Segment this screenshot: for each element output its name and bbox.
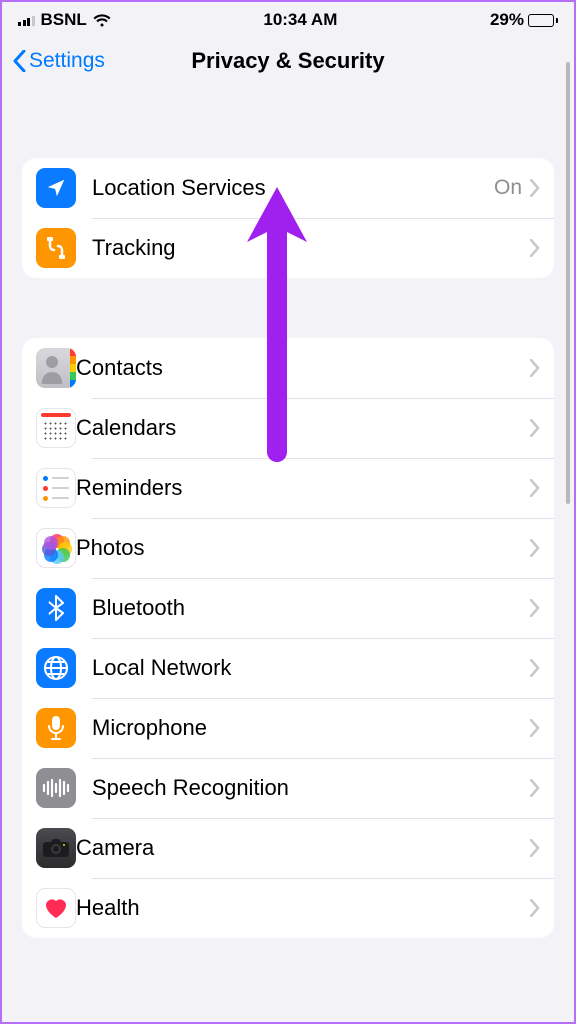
bluetooth-icon: [36, 588, 76, 628]
nav-header: Settings Privacy & Security: [2, 34, 574, 88]
row-location-services[interactable]: Location Services On: [22, 158, 554, 218]
back-button[interactable]: Settings: [12, 49, 105, 73]
chevron-right-icon: [530, 419, 540, 437]
chevron-left-icon: [12, 50, 27, 72]
status-left: BSNL: [18, 10, 111, 30]
chevron-right-icon: [530, 659, 540, 677]
row-label: Reminders: [76, 475, 530, 501]
row-photos[interactable]: Photos: [22, 518, 554, 578]
row-label: Location Services: [92, 175, 494, 201]
chevron-right-icon: [530, 779, 540, 797]
row-microphone[interactable]: Microphone: [22, 698, 554, 758]
row-label: Local Network: [92, 655, 530, 681]
globe-icon: [36, 648, 76, 688]
chevron-right-icon: [530, 899, 540, 917]
status-time: 10:34 AM: [263, 10, 337, 30]
row-label: Calendars: [76, 415, 530, 441]
settings-group-apps: Contacts Calendars Reminders: [22, 338, 554, 938]
back-label: Settings: [29, 49, 105, 73]
row-label: Contacts: [76, 355, 530, 381]
camera-icon: [36, 828, 76, 868]
wifi-icon: [93, 14, 111, 27]
calendar-icon: [36, 408, 76, 448]
chevron-right-icon: [530, 359, 540, 377]
battery-percent: 29%: [490, 10, 524, 30]
carrier-label: BSNL: [41, 10, 87, 30]
photos-icon: [36, 528, 76, 568]
row-camera[interactable]: Camera: [22, 818, 554, 878]
row-label: Bluetooth: [92, 595, 530, 621]
location-arrow-icon: [36, 168, 76, 208]
status-right: 29%: [490, 10, 558, 30]
row-reminders[interactable]: Reminders: [22, 458, 554, 518]
reminders-icon: [36, 468, 76, 508]
health-heart-icon: [36, 888, 76, 928]
waveform-icon: [36, 768, 76, 808]
row-value: On: [494, 176, 522, 200]
status-bar: BSNL 10:34 AM 29%: [2, 2, 574, 34]
chevron-right-icon: [530, 479, 540, 497]
row-speech-recognition[interactable]: Speech Recognition: [22, 758, 554, 818]
row-tracking[interactable]: Tracking: [22, 218, 554, 278]
battery-icon: [528, 14, 558, 27]
chevron-right-icon: [530, 719, 540, 737]
settings-group-location: Location Services On Tracking: [22, 158, 554, 278]
microphone-icon: [36, 708, 76, 748]
row-label: Photos: [76, 535, 530, 561]
row-health[interactable]: Health: [22, 878, 554, 938]
tracking-icon: [36, 228, 76, 268]
chevron-right-icon: [530, 239, 540, 257]
row-label: Health: [76, 895, 530, 921]
cellular-bars-icon: [18, 14, 35, 26]
chevron-right-icon: [530, 179, 540, 197]
row-bluetooth[interactable]: Bluetooth: [22, 578, 554, 638]
row-calendars[interactable]: Calendars: [22, 398, 554, 458]
contacts-icon: [36, 348, 76, 388]
chevron-right-icon: [530, 839, 540, 857]
chevron-right-icon: [530, 539, 540, 557]
row-label: Camera: [76, 835, 530, 861]
row-contacts[interactable]: Contacts: [22, 338, 554, 398]
row-label: Microphone: [92, 715, 530, 741]
row-label: Tracking: [92, 235, 530, 261]
row-label: Speech Recognition: [92, 775, 530, 801]
scroll-indicator[interactable]: [566, 62, 570, 504]
chevron-right-icon: [530, 599, 540, 617]
row-local-network[interactable]: Local Network: [22, 638, 554, 698]
